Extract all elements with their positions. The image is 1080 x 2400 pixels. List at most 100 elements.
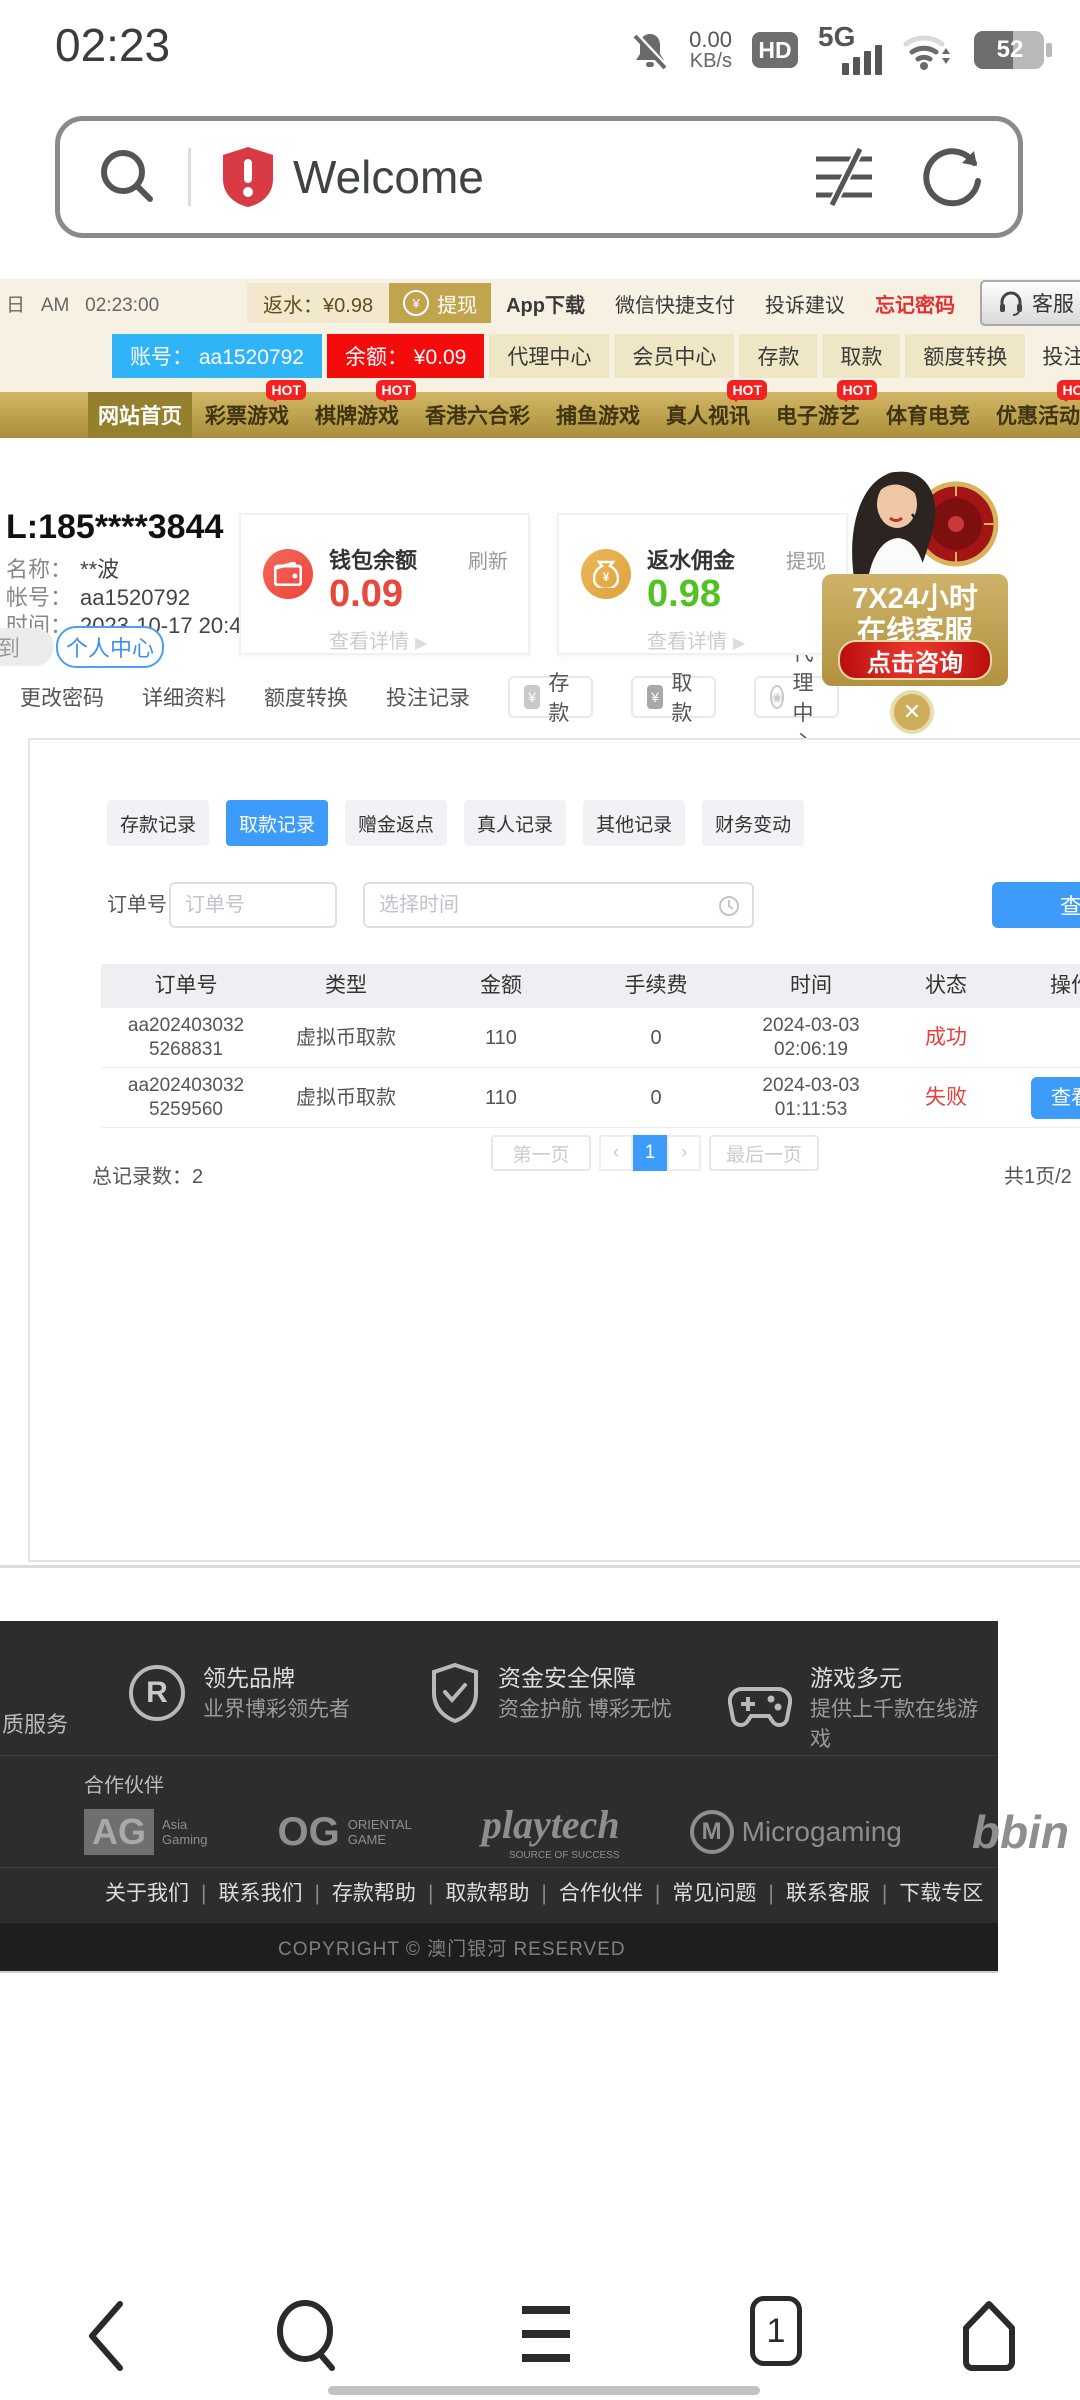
transfer-button[interactable]: 额度转换: [905, 334, 1025, 378]
order-no-input[interactable]: [169, 882, 337, 928]
gesture-bar[interactable]: [328, 2386, 760, 2395]
col-order-no: 订单号: [101, 973, 271, 998]
bet-record-link[interactable]: 投注记录: [386, 682, 470, 712]
security-warning-icon[interactable]: [219, 145, 277, 209]
footer-link-contact[interactable]: 联系我们: [189, 1877, 302, 1907]
deposit-button[interactable]: 存款: [739, 334, 817, 378]
tabs-button[interactable]: 1: [750, 2296, 802, 2366]
copyright-bar: COPYRIGHT © 澳门银河 RESERVED: [0, 1923, 998, 1971]
footer-link-faq[interactable]: 常见问题: [643, 1877, 756, 1907]
footer-link-service[interactable]: 联系客服: [756, 1877, 869, 1907]
view-button[interactable]: 查看: [1031, 1077, 1080, 1119]
phone-screen: 02:23 0.00 KB/s HD 5G 52: [0, 0, 1080, 2400]
withdraw-quick-button[interactable]: ¥ 取款: [631, 676, 716, 718]
customer-service-button[interactable]: 客服: [980, 280, 1080, 326]
account-bar: 账号： aa1520792 余额： ¥0.09 代理中心 会员中心 存款 取款 …: [112, 327, 1080, 385]
home-icon[interactable]: [958, 2298, 1020, 2374]
tab-bonus-rebate[interactable]: 赠金返点: [345, 800, 447, 846]
nav-home[interactable]: 网站首页: [88, 392, 192, 438]
time-range-input[interactable]: [363, 882, 754, 928]
nav-hk-lottery[interactable]: 香港六合彩: [412, 392, 543, 438]
deposit-quick-button[interactable]: ¥ 存款: [508, 676, 593, 718]
tune-icon[interactable]: [810, 145, 878, 209]
nav-board-games[interactable]: 棋牌游戏HOT: [302, 392, 412, 438]
table-row: aa2024030325268831 虚拟币取款 110 0 2024-03-0…: [101, 1008, 1080, 1068]
view-detail-link[interactable]: 查看详情▶: [647, 625, 745, 654]
footer-link-withdraw-help[interactable]: 取款帮助: [416, 1877, 529, 1907]
site-utility-bar: 日 AM 02:23:00 返水：¥0.98 ¥ 提现 App下载 微信快捷支付…: [0, 279, 1080, 327]
back-icon[interactable]: [84, 2298, 128, 2374]
search-button[interactable]: 查询: [992, 882, 1080, 928]
tab-other-records[interactable]: 其他记录: [583, 800, 685, 846]
col-fee: 手续费: [581, 973, 731, 998]
tab-withdraw-records[interactable]: 取款记录: [226, 800, 328, 846]
col-time: 时间: [731, 973, 891, 998]
logo-asia-gaming: AG AsiaGaming: [84, 1809, 208, 1855]
complaint-link[interactable]: 投诉建议: [765, 289, 845, 318]
profile-phone: L:185****3844: [6, 508, 223, 547]
agent-center-button[interactable]: 代理中心: [489, 334, 609, 378]
footer-link-deposit-help[interactable]: 存款帮助: [302, 1877, 415, 1907]
withdraw-quick-button[interactable]: ¥ 提现: [389, 283, 491, 323]
refresh-icon[interactable]: [922, 145, 984, 209]
nav-slots[interactable]: 电子游艺HOT: [763, 392, 873, 438]
hot-badge: HOT: [376, 380, 416, 400]
consult-now-button[interactable]: 点击咨询: [838, 640, 992, 680]
col-type: 类型: [271, 973, 421, 998]
withdraw-icon: ¥: [647, 685, 663, 709]
col-status: 状态: [891, 973, 1001, 998]
clock-icon: [718, 895, 740, 917]
first-page-button[interactable]: 第一页: [491, 1135, 591, 1171]
browser-address-bar[interactable]: Welcome: [55, 116, 1023, 238]
member-center-button[interactable]: 会员中心: [614, 334, 734, 378]
hot-badge: HOT: [837, 380, 877, 400]
table-header-row: 订单号 类型 金额 手续费 时间 状态 操作: [101, 964, 1080, 1008]
current-page[interactable]: 1: [633, 1135, 667, 1171]
close-icon[interactable]: ✕: [890, 690, 934, 734]
page-title[interactable]: Welcome: [293, 150, 484, 204]
footer-link-download[interactable]: 下载专区: [870, 1877, 983, 1907]
nav-sports[interactable]: 体育电竞: [873, 392, 983, 438]
tab-finance-changes[interactable]: 财务变动: [702, 800, 804, 846]
checkin-button[interactable]: 签到: [0, 628, 54, 666]
next-page-button[interactable]: ›: [667, 1135, 701, 1171]
refresh-balance-link[interactable]: 刷新: [468, 545, 508, 574]
moneybag-icon: ¥: [581, 549, 631, 599]
site-datetime: 日 AM 02:23:00: [6, 290, 159, 317]
forgot-password-link[interactable]: 忘记密码: [875, 289, 955, 318]
personal-center-button[interactable]: 个人中心: [56, 626, 164, 668]
tab-live-records[interactable]: 真人记录: [464, 800, 566, 846]
nav-promotions[interactable]: 优惠活动HOT: [983, 392, 1080, 438]
last-page-button[interactable]: 最后一页: [709, 1135, 819, 1171]
profile-detail-link[interactable]: 详细资料: [142, 682, 226, 712]
nav-lottery[interactable]: 彩票游戏HOT: [192, 392, 302, 438]
wechat-pay-link[interactable]: 微信快捷支付: [615, 289, 735, 318]
records-table: 订单号 类型 金额 手续费 时间 状态 操作 aa202403032526883…: [101, 964, 1080, 1128]
total-records-text: 总记录数：2: [92, 1160, 203, 1189]
agent-icon: ◉: [770, 685, 784, 709]
bet-records-link[interactable]: 投注记录: [1042, 341, 1080, 371]
customer-service-widget: 7X24小时 在线客服 点击咨询 ✕: [820, 450, 1012, 740]
wallet-balance-card: 钱包余额 刷新 0.09 查看详情▶: [239, 513, 530, 655]
prev-page-button[interactable]: ‹: [599, 1135, 633, 1171]
status-bar: 02:23 0.00 KB/s HD 5G 52: [0, 0, 1080, 100]
footer-link-about[interactable]: 关于我们: [105, 1877, 189, 1907]
search-icon[interactable]: [96, 145, 160, 209]
footer-link-partners[interactable]: 合作伙伴: [529, 1877, 642, 1907]
battery-indicator: 52: [974, 31, 1052, 69]
quota-transfer-link[interactable]: 额度转换: [264, 682, 348, 712]
nav-live-casino[interactable]: 真人视讯HOT: [653, 392, 763, 438]
change-password-link[interactable]: 更改密码: [20, 682, 104, 712]
view-detail-link[interactable]: 查看详情▶: [329, 625, 427, 654]
logo-oriental-game: OG ORIENTALGAME: [278, 1810, 412, 1855]
withdraw-button[interactable]: 取款: [822, 334, 900, 378]
wallet-icon: [263, 549, 313, 599]
account-number-badge: 账号： aa1520792: [112, 334, 322, 378]
search-icon[interactable]: [272, 2298, 346, 2374]
footer-partial-text: 质服务: [2, 1707, 68, 1739]
table-row: aa2024030325259560 虚拟币取款 110 0 2024-03-0…: [101, 1068, 1080, 1128]
nav-fishing[interactable]: 捕鱼游戏: [543, 392, 653, 438]
tab-deposit-records[interactable]: 存款记录: [107, 800, 209, 846]
app-download-link[interactable]: App下载: [506, 289, 585, 318]
menu-icon[interactable]: [518, 2304, 574, 2366]
